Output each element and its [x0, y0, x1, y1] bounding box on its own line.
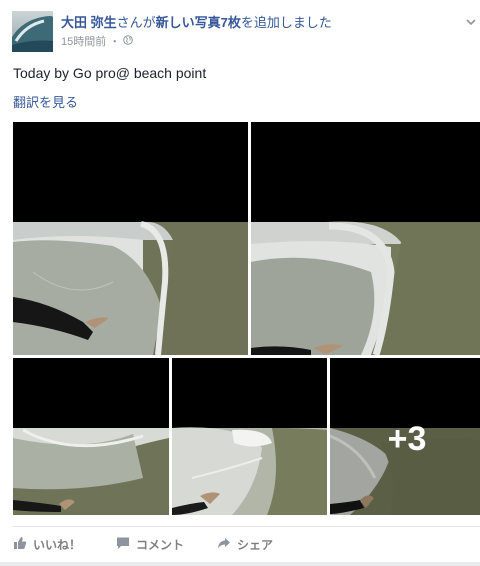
photo-4[interactable]	[172, 358, 327, 515]
chevron-down-icon[interactable]	[466, 14, 476, 26]
photo-5[interactable]: +3	[330, 358, 480, 515]
like-label: いいね！	[33, 537, 82, 552]
like-button[interactable]: いいね！	[13, 536, 116, 553]
globe-icon	[123, 34, 134, 48]
post-text: Today by Go pro@ beach point	[13, 65, 207, 81]
timestamp[interactable]: 15時間前	[61, 33, 106, 49]
photo-count-link[interactable]: 新しい写真7枚	[156, 15, 241, 30]
share-label: シェア	[237, 537, 274, 552]
author-name[interactable]: 大田 弥生	[61, 15, 117, 30]
meta-separator: ・	[109, 36, 121, 48]
comment-button[interactable]: コメント	[116, 536, 217, 553]
action-prefix: さんが	[116, 15, 156, 30]
more-photos-count: +3	[387, 420, 427, 458]
post-actions: いいね！ コメント シェア	[13, 533, 273, 555]
comment-label: コメント	[136, 537, 185, 552]
share-button[interactable]: シェア	[217, 536, 273, 553]
avatar[interactable]	[12, 11, 53, 52]
more-photos-overlay[interactable]: +3	[330, 358, 480, 515]
post-header: 大田 弥生さんが新しい写真7枚を追加しました	[61, 12, 332, 31]
comment-icon	[116, 536, 136, 553]
photo-2[interactable]	[251, 122, 480, 355]
photo-1[interactable]	[13, 122, 248, 355]
thumbs-up-icon	[13, 536, 33, 553]
feed-post: 大田 弥生さんが新しい写真7枚を追加しました 15時間前 ・ Today by …	[0, 0, 480, 566]
see-translation-link[interactable]: 翻訳を見る	[13, 92, 78, 111]
photo-3[interactable]	[13, 358, 169, 515]
action-suffix: を追加しました	[240, 15, 332, 30]
actions-divider	[13, 526, 480, 527]
post-meta: 15時間前 ・	[61, 33, 134, 49]
share-icon	[217, 536, 237, 553]
feed-separator	[0, 562, 480, 566]
